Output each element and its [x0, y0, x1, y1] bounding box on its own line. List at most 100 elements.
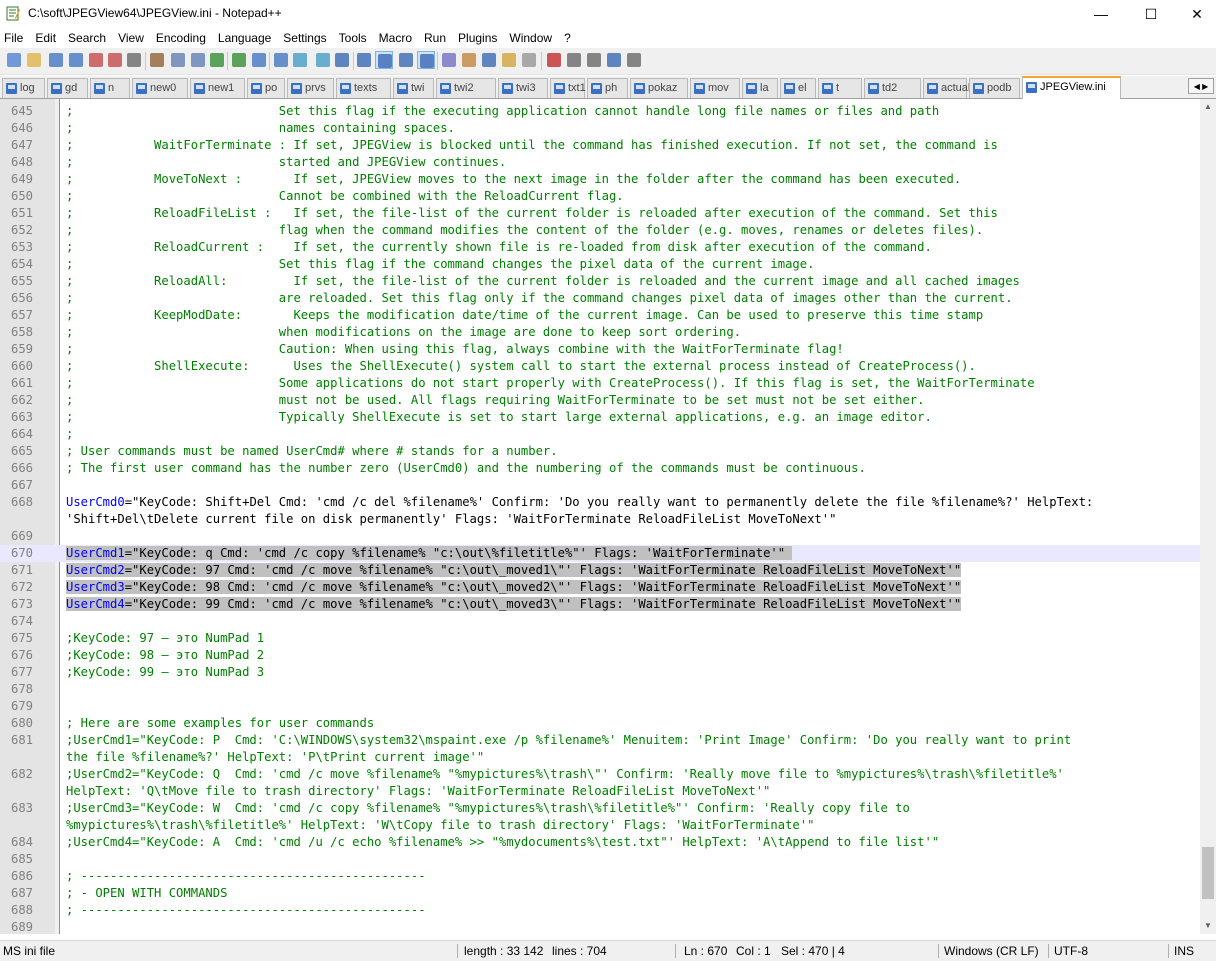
tab-ph[interactable]: ph: [587, 78, 628, 98]
code-line[interactable]: 674: [0, 613, 1200, 630]
copy-icon[interactable]: [169, 51, 187, 69]
code-line[interactable]: 664;: [0, 426, 1200, 443]
tab-prvs[interactable]: prvs: [287, 78, 334, 98]
code-line[interactable]: 663 ; Typically ShellExecute is set to st…: [0, 409, 1200, 426]
code-line[interactable]: 647 ; WaitForTerminate : If set, JPEGView…: [0, 137, 1200, 154]
tab-td2[interactable]: td2: [864, 78, 921, 98]
tab-scroll-arrows[interactable]: ◀ ▶: [1188, 78, 1214, 94]
code-line[interactable]: 662 ; must not be used. All flags requiri…: [0, 392, 1200, 409]
menu-file[interactable]: File: [0, 28, 29, 48]
code-line[interactable]: 654 ; Set this flag if the command change…: [0, 256, 1200, 273]
code-line[interactable]: 648 ; started and JPEGView continues.: [0, 154, 1200, 171]
code-line[interactable]: 672 UserCmd3="KeyCode: 98 Cmd: 'cmd /c mo…: [0, 579, 1200, 596]
sync-horizontal-icon[interactable]: [355, 51, 373, 69]
tab-mov[interactable]: mov: [690, 78, 740, 98]
stop-macro-icon[interactable]: [565, 51, 583, 69]
tab-pokaz[interactable]: pokaz: [630, 78, 688, 98]
code-line[interactable]: 650 ; Cannot be combined with the ReloadC…: [0, 188, 1200, 205]
new-icon[interactable]: [5, 51, 23, 69]
menu-encoding[interactable]: Encoding: [150, 28, 212, 48]
tab-twi3[interactable]: twi3: [498, 78, 548, 98]
code-line[interactable]: 669: [0, 528, 1200, 545]
tab-log[interactable]: log: [2, 78, 45, 98]
code-line[interactable]: 688 ; -----------------------------------…: [0, 902, 1200, 919]
tab-el[interactable]: el: [780, 78, 816, 98]
menu-edit[interactable]: Edit: [29, 28, 62, 48]
code-line[interactable]: 655 ; ReloadAll: If set, the file-list of…: [0, 273, 1200, 290]
scroll-down-arrow-icon[interactable]: ▼: [1200, 918, 1216, 934]
close-window-button[interactable]: ✕: [1174, 0, 1216, 28]
indent-guide-icon[interactable]: [417, 51, 435, 69]
scroll-up-arrow-icon[interactable]: ▲: [1200, 99, 1216, 115]
save-all-icon[interactable]: [67, 51, 85, 69]
code-line[interactable]: 675 ;KeyCode: 97 — это NumPad 1: [0, 630, 1200, 647]
menu-tools[interactable]: Tools: [333, 28, 373, 48]
show-all-chars-icon[interactable]: [397, 51, 415, 69]
close-icon[interactable]: [87, 51, 105, 69]
save-macro-icon[interactable]: [625, 51, 643, 69]
find-icon[interactable]: [250, 51, 268, 69]
code-line[interactable]: 671 UserCmd2="KeyCode: 97 Cmd: 'cmd /c mo…: [0, 562, 1200, 579]
tab-la[interactable]: la: [742, 78, 778, 98]
code-line[interactable]: 652 ; flag when the command modifies the …: [0, 222, 1200, 239]
code-line[interactable]: 680 ; Here are some examples for user com…: [0, 715, 1200, 732]
code-line[interactable]: 677 ;KeyCode: 99 — это NumPad 3: [0, 664, 1200, 681]
code-line[interactable]: 646 ; names containing spaces.: [0, 120, 1200, 137]
tab-txt1[interactable]: txt1: [550, 78, 586, 98]
tab-po[interactable]: po: [247, 78, 285, 98]
tab-twi[interactable]: twi: [393, 78, 434, 98]
code-line[interactable]: 689: [0, 919, 1200, 934]
function-list-icon[interactable]: [480, 51, 498, 69]
tab-texts[interactable]: texts: [336, 78, 391, 98]
code-line[interactable]: 656 ; are reloaded. Set this flag only if…: [0, 290, 1200, 307]
vertical-scrollbar[interactable]: ▲ ▼: [1200, 99, 1216, 934]
play-macro-icon[interactable]: [585, 51, 603, 69]
editor[interactable]: 645 ; Set this flag if the executing appl…: [0, 99, 1200, 934]
word-wrap-icon[interactable]: [375, 51, 393, 69]
scroll-thumb[interactable]: [1202, 847, 1214, 899]
run-macro-multiple-icon[interactable]: [605, 51, 623, 69]
close-all-icon[interactable]: [106, 51, 124, 69]
save-icon[interactable]: [47, 51, 65, 69]
paste-icon[interactable]: [189, 51, 207, 69]
code-line[interactable]: 666 ; The first user command has the numb…: [0, 460, 1200, 477]
code-line[interactable]: 687 ; - OPEN WITH COMMANDS: [0, 885, 1200, 902]
menu-view[interactable]: View: [112, 28, 150, 48]
code-line[interactable]: 670 UserCmd1="KeyCode: q Cmd: 'cmd /c cop…: [0, 545, 1200, 562]
code-line[interactable]: 686 ; -----------------------------------…: [0, 868, 1200, 885]
code-line[interactable]: 658 ; when modifications on the image are…: [0, 324, 1200, 341]
menu-language[interactable]: Language: [212, 28, 277, 48]
tab-new1[interactable]: new1: [190, 78, 245, 98]
code-line[interactable]: 651 ; ReloadFileList : If set, the file-l…: [0, 205, 1200, 222]
menu-help[interactable]: ?: [558, 28, 577, 48]
doc-map-icon[interactable]: [460, 51, 478, 69]
code-line[interactable]: 653 ; ReloadCurrent : If set, the current…: [0, 239, 1200, 256]
tab-actual[interactable]: actual: [923, 78, 970, 98]
code-line[interactable]: 660 ; ShellExecute: Uses the ShellExecute…: [0, 358, 1200, 375]
code-line[interactable]: HelpText: 'Q\tMove file to trash directo…: [0, 783, 1200, 800]
tab-podb[interactable]: podb: [969, 78, 1020, 98]
code-line[interactable]: 676 ;KeyCode: 98 — это NumPad 2: [0, 647, 1200, 664]
sync-vertical-icon[interactable]: [333, 51, 351, 69]
folder-workspace-icon[interactable]: [500, 51, 518, 69]
code-line[interactable]: 'Shift+Del\tDelete current file on disk …: [0, 511, 1200, 528]
menu-macro[interactable]: Macro: [373, 28, 418, 48]
code-line[interactable]: 685: [0, 851, 1200, 868]
zoom-out-icon[interactable]: [314, 51, 332, 69]
status-eol[interactable]: Windows (CR LF): [944, 941, 1039, 961]
code-line[interactable]: 673 UserCmd4="KeyCode: 99 Cmd: 'cmd /c mo…: [0, 596, 1200, 613]
menu-window[interactable]: Window: [503, 28, 558, 48]
minimize-button[interactable]: —: [1078, 0, 1124, 28]
zoom-in-icon[interactable]: [291, 51, 309, 69]
status-mode[interactable]: INS: [1174, 941, 1194, 961]
tab-new0[interactable]: new0: [132, 78, 188, 98]
status-encoding[interactable]: UTF-8: [1054, 941, 1088, 961]
undo-icon[interactable]: [208, 51, 226, 69]
code-line[interactable]: 668 UserCmd0="KeyCode: Shift+Del Cmd: 'cm…: [0, 494, 1200, 511]
menu-settings[interactable]: Settings: [277, 28, 332, 48]
udl-icon[interactable]: [440, 51, 458, 69]
cut-icon[interactable]: [148, 51, 166, 69]
code-line[interactable]: 682 ;UserCmd2="KeyCode: Q Cmd: 'cmd /c mo…: [0, 766, 1200, 783]
code-line[interactable]: 645 ; Set this flag if the executing appl…: [0, 103, 1200, 120]
code-line[interactable]: 679: [0, 698, 1200, 715]
